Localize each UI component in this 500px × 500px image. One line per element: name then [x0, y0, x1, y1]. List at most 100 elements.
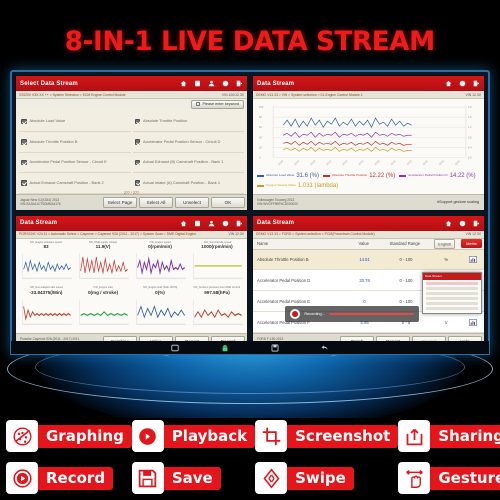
list-item-label: Absolute Throttle Position	[143, 118, 188, 124]
svg-text:60: 60	[259, 125, 262, 129]
keyword-search-button[interactable]: Please enter keyword	[191, 99, 244, 109]
exit-icon[interactable]	[236, 220, 243, 227]
row-value: 33.78	[359, 277, 370, 283]
select-all-button[interactable]: Select All	[139, 196, 173, 208]
legend-label: Oxygen Sensor Value	[266, 183, 296, 188]
chart-icon[interactable]	[463, 318, 484, 326]
mini-graph-cell[interactable]: IVD_Engine speed 0(rpm/min)	[132, 241, 188, 286]
svg-text:00:30: 00:30	[374, 159, 381, 166]
mini-graph-cell[interactable]: IVD_DME supply voltage 11.9(V)	[75, 241, 131, 286]
column-header-value: Value	[358, 241, 369, 246]
exit-icon[interactable]	[236, 80, 243, 87]
home-icon[interactable]	[180, 220, 187, 227]
note-icon[interactable]	[194, 220, 201, 227]
feature-gesture[interactable]: Gesture	[398, 460, 500, 496]
exit-icon[interactable]	[473, 80, 480, 87]
printer-icon[interactable]	[222, 80, 229, 87]
panel1-footer: Jaguar New XJ(X351) 2013 VIN:SAJAA1CT0DM…	[16, 193, 247, 210]
screenshot-preview-popup[interactable]: Data Stream	[422, 271, 482, 314]
legend-label: Accelerator Pedal Position D	[408, 172, 448, 177]
back-icon[interactable]	[321, 344, 329, 352]
list-item[interactable]: Actual Exhaust Camshaft Position - Bank …	[19, 173, 131, 194]
feature-swipe[interactable]: Swipe	[255, 460, 398, 496]
mini-graph-cell[interactable]: IVD_Eco adaption idle speed -33.84375(/M…	[18, 286, 74, 331]
svg-text:2.0: 2.0	[468, 105, 472, 109]
mini-graph-label: IVD_Eco adaption idle speed	[29, 286, 63, 290]
list-item[interactable]: Actual Intake (A) Camshaft Position - Ba…	[132, 173, 244, 194]
list-item-label: Actual Exhaust Camshaft Position - Bank …	[29, 179, 104, 185]
feature-label: Graphing	[36, 424, 132, 448]
mini-graph-cell[interactable]: IVD_Engine selection speed 83	[18, 241, 74, 286]
feature-label: Sharing	[428, 424, 500, 448]
legend-item: Accelerator Pedal Position D 14.22 (%)	[399, 172, 476, 179]
user-icon[interactable]	[208, 80, 215, 87]
legend-value: 1.031 (lambda)	[297, 183, 339, 189]
home-icon[interactable]	[445, 220, 452, 227]
unselect-button[interactable]: Unselect	[175, 196, 209, 208]
list-item[interactable]: Absolute Throttle Position B	[19, 132, 131, 153]
android-robot-icon[interactable]	[221, 344, 229, 352]
note-icon[interactable]	[194, 80, 201, 87]
checkbox-checked-icon[interactable]	[21, 159, 27, 166]
unit-toggle-button[interactable]: English	[434, 238, 456, 249]
feature-playback[interactable]: Playback	[131, 418, 256, 454]
panel-select-data-stream: Select Data Stream V2020V V3X.XX ++ > Sy…	[15, 75, 248, 211]
data-stream-table: Name Value Standard Range English Metric…	[253, 238, 484, 333]
feature-label: Save	[161, 466, 221, 490]
checkbox-checked-icon[interactable]	[134, 118, 140, 125]
save-icon[interactable]	[271, 344, 279, 352]
legend-value: 14.22 (%)	[449, 172, 476, 179]
waveform-chart[interactable]: 100 80 60 40 20 0 2.0 1.6 1.2 0.8 0.4 0.0 00:00 …	[253, 99, 484, 172]
checkbox-checked-icon[interactable]	[21, 139, 27, 145]
user-icon[interactable]	[208, 220, 215, 227]
feature-record[interactable]: Record	[6, 460, 132, 496]
panel1-header: Select Data Stream	[16, 76, 247, 91]
list-item[interactable]: Actual Exhaust (B) Camshaft Position - B…	[132, 153, 244, 174]
list-item[interactable]: Absolute Load Value	[19, 112, 131, 133]
printer-icon[interactable]	[459, 80, 466, 87]
ok-button[interactable]: OK	[211, 196, 245, 208]
screenshot-icon[interactable]	[171, 344, 179, 352]
list-item[interactable]: Accelerator Pedal Position Sensor - Circ…	[132, 132, 244, 153]
row-range: 0 - 100	[399, 256, 413, 262]
panel1-title: Select Data Stream	[20, 80, 78, 87]
svg-text:1.6: 1.6	[468, 115, 472, 119]
mini-graph-cell[interactable]: IVD_Ambient pressure from DME Control 99…	[189, 286, 245, 331]
mini-graph-cell[interactable]: IVD_Engine load 0(mg / stroke)	[75, 286, 131, 331]
checkbox-checked-icon[interactable]	[134, 139, 140, 145]
select-page-button[interactable]: Select Page	[103, 196, 137, 208]
metric-button[interactable]: Metric	[461, 239, 482, 248]
checkbox-checked-icon[interactable]	[21, 180, 27, 186]
printer-icon[interactable]	[459, 220, 466, 227]
mini-graph-cell[interactable]: IVD_Engine load (SAE J1979) 0(%)	[132, 286, 188, 331]
checkbox-checked-icon[interactable]	[134, 180, 140, 186]
panel3-header: Data Stream	[16, 215, 247, 231]
legend-swatch	[399, 174, 407, 177]
feature-screenshot[interactable]: Screenshot	[255, 418, 399, 454]
checkbox-checked-icon[interactable]	[21, 118, 27, 125]
svg-text:0.0: 0.0	[468, 155, 472, 159]
printer-icon[interactable]	[222, 220, 229, 227]
chart-icon[interactable]	[463, 256, 484, 263]
mini-graph-cell[interactable]: IVD_Nominal idle speed 1000(rpm/min)	[189, 241, 245, 286]
svg-text:00:55: 00:55	[454, 159, 461, 166]
feature-sharing[interactable]: Sharing	[398, 418, 500, 454]
tablet-device-frame: Select Data Stream V2020V V3X.XX ++ > Sy…	[10, 70, 490, 355]
mini-graph-value: -33.84375(/Min)	[29, 289, 63, 295]
legend-swatch	[257, 185, 264, 187]
home-icon[interactable]	[180, 80, 187, 87]
data-stream-checkbox-list[interactable]: Absolute Load Value Absolute Throttle Po…	[16, 109, 247, 195]
column-header-range: Standard Range	[389, 241, 421, 246]
svg-text:80: 80	[259, 115, 262, 119]
exit-icon[interactable]	[473, 220, 480, 227]
list-item[interactable]: Accelerator Pedal Position Sensor - Circ…	[19, 153, 131, 174]
feature-save[interactable]: Save	[131, 460, 255, 496]
home-icon[interactable]	[445, 80, 452, 87]
feature-graphing[interactable]: Graphing	[6, 418, 132, 454]
legend-value: 12.22 (%)	[369, 172, 396, 179]
table-row[interactable]: Absolute Throttle Position B 14.51 0 - 1…	[253, 249, 484, 271]
list-item-label: Absolute Load Value	[29, 118, 66, 124]
panel2-vin: VIN:WVGFF9BP4CD000000	[257, 202, 298, 206]
list-item[interactable]: Absolute Throttle Position	[132, 112, 244, 133]
checkbox-checked-icon[interactable]	[134, 159, 140, 166]
